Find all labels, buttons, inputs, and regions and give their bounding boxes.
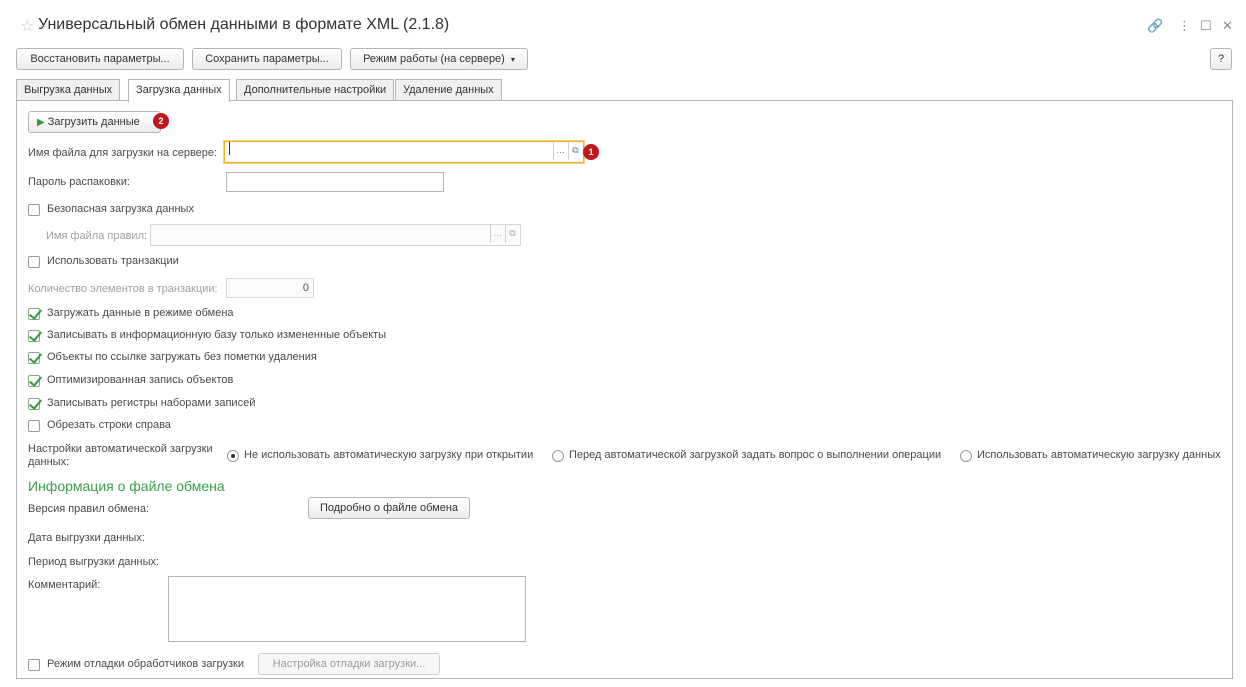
comment-textarea[interactable]: [168, 576, 526, 642]
transaction-count-input[interactable]: 0: [226, 278, 314, 298]
option-changed-only-checkbox[interactable]: [28, 330, 40, 342]
save-parameters-button[interactable]: Сохранить параметры...: [192, 48, 342, 70]
use-transactions-checkbox[interactable]: [28, 256, 40, 268]
tab-import[interactable]: Загрузка данных: [128, 79, 230, 102]
auto-load-option-use-label: Использовать автоматическую загрузку дан…: [977, 449, 1221, 461]
option-optimized-write-checkbox[interactable]: [28, 375, 40, 387]
option-no-deletion-mark-label: Объекты по ссылке загружать без пометки …: [47, 351, 317, 363]
play-icon: ▶: [37, 117, 45, 128]
option-optimized-write-label: Оптимизированная запись объектов: [47, 374, 234, 386]
work-mode-label: Режим работы (на сервере): [363, 53, 505, 65]
auto-load-option-none-label: Не использовать автоматическую загрузку …: [244, 449, 534, 461]
password-label: Пароль распаковки:: [28, 176, 130, 188]
help-button[interactable]: ?: [1210, 48, 1232, 70]
auto-load-label: Настройки автоматической загрузки: [28, 443, 213, 455]
rules-file-input[interactable]: … ⧉: [150, 224, 521, 246]
text-caret: [229, 142, 230, 155]
work-mode-button[interactable]: Режим работы (на сервере) ▾: [350, 48, 528, 70]
debug-settings-button[interactable]: Настройка отладки загрузки...: [258, 653, 440, 675]
restore-parameters-button[interactable]: Восстановить параметры...: [16, 48, 184, 70]
export-period-label: Период выгрузки данных:: [28, 556, 160, 568]
safe-load-checkbox[interactable]: [28, 204, 40, 216]
option-changed-only-label: Записывать в информационную базу только …: [47, 329, 387, 341]
use-transactions-label: Использовать транзакции: [47, 255, 179, 267]
select-file-button[interactable]: …: [553, 142, 567, 160]
file-name-input[interactable]: … ⧉: [224, 141, 584, 163]
load-data-label: Загрузить данные: [47, 116, 140, 128]
file-name-label: Имя файла для загрузки на сервере:: [28, 147, 218, 159]
load-data-button[interactable]: ▶ Загрузить данные: [28, 111, 161, 133]
chevron-down-icon: ▾: [510, 55, 515, 64]
tab-export[interactable]: Выгрузка данных: [16, 79, 121, 101]
comment-label: Комментарий:: [28, 579, 101, 591]
open-icon[interactable]: ⧉: [568, 142, 582, 160]
tab-delete-data[interactable]: Удаление данных: [395, 79, 502, 101]
maximize-icon[interactable]: ☐: [1200, 18, 1212, 34]
window-title: Универсальный обмен данными в формате XM…: [38, 16, 450, 33]
debug-mode-checkbox[interactable]: [28, 659, 40, 671]
option-register-sets-checkbox[interactable]: [28, 398, 40, 410]
link-icon[interactable]: 🔗: [1147, 18, 1163, 34]
auto-load-label-line2: данных:: [28, 456, 70, 468]
select-rules-file-button[interactable]: …: [490, 225, 504, 243]
auto-load-option-ask-radio[interactable]: [552, 450, 564, 462]
rules-version-label: Версия правил обмена:: [28, 503, 149, 515]
more-icon[interactable]: ⋮: [1178, 18, 1191, 34]
auto-load-option-ask-label: Перед автоматической загрузкой задать во…: [569, 449, 942, 461]
option-trim-right-checkbox[interactable]: [28, 420, 40, 432]
password-input[interactable]: [226, 172, 444, 192]
step-badge-2: 2: [153, 113, 169, 129]
debug-mode-label: Режим отладки обработчиков загрузки: [47, 658, 244, 670]
transaction-count-label: Количество элементов в транзакции:: [28, 283, 218, 295]
option-exchange-mode-checkbox[interactable]: [28, 308, 40, 320]
auto-load-option-use-radio[interactable]: [960, 450, 972, 462]
exchange-file-details-button[interactable]: Подробно о файле обмена: [308, 497, 470, 519]
auto-load-option-none-radio[interactable]: [227, 450, 239, 462]
export-date-label: Дата выгрузки данных:: [28, 532, 145, 544]
star-icon[interactable]: ☆: [20, 16, 34, 36]
exchange-file-info-heading: Информация о файле обмена: [28, 478, 225, 494]
close-icon[interactable]: ✕: [1222, 18, 1233, 34]
safe-load-label: Безопасная загрузка данных: [47, 203, 194, 215]
option-register-sets-label: Записывать регистры наборами записей: [47, 397, 256, 409]
option-no-deletion-mark-checkbox[interactable]: [28, 352, 40, 364]
open-rules-icon[interactable]: ⧉: [505, 225, 519, 243]
step-badge-1: 1: [583, 144, 599, 160]
option-trim-right-label: Обрезать строки справа: [47, 419, 171, 431]
option-exchange-mode-label: Загружать данные в режиме обмена: [47, 307, 234, 319]
tab-additional-settings[interactable]: Дополнительные настройки: [236, 79, 395, 101]
rules-file-label: Имя файла правил:: [46, 230, 148, 242]
